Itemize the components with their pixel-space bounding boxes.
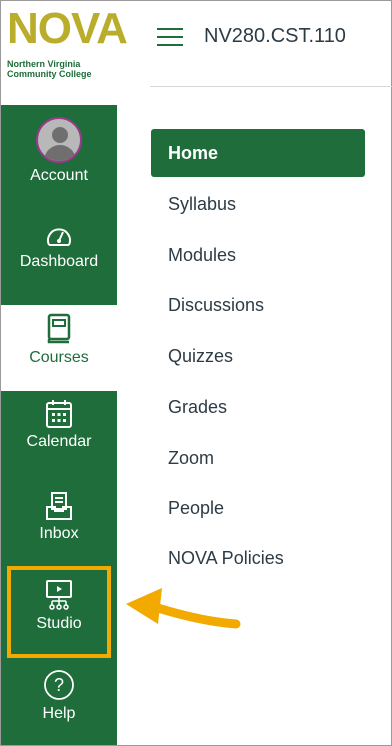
nav-dashboard-label: Dashboard <box>19 253 99 270</box>
studio-highlight-box <box>7 566 111 658</box>
course-nav-zoom[interactable]: Zoom <box>151 434 365 482</box>
nav-help[interactable]: ? Help <box>1 669 117 723</box>
nav-inbox[interactable]: Inbox <box>1 491 117 543</box>
course-nav-syllabus[interactable]: Syllabus <box>151 180 365 228</box>
logo-subtitle-line2: Community College <box>7 69 92 79</box>
callout-arrow-icon <box>126 588 241 629</box>
nav-account-label: Account <box>30 167 88 184</box>
course-nav-nova-policies[interactable]: NOVA Policies <box>151 534 365 582</box>
nav-calendar-label: Calendar <box>26 433 92 450</box>
course-title-breadcrumb[interactable]: NV280.CST.110 <box>204 22 346 50</box>
calendar-icon <box>46 400 72 428</box>
course-nav-discussions[interactable]: Discussions <box>151 281 365 329</box>
help-icon: ? <box>44 670 74 700</box>
nav-inbox-label: Inbox <box>39 525 79 542</box>
avatar <box>36 117 82 163</box>
logo-subtitle-line1: Northern Virginia <box>7 59 81 69</box>
hamburger-menu-icon[interactable] <box>157 28 183 46</box>
logo-subtitle: Northern Virginia Community College <box>7 59 92 79</box>
nav-courses[interactable]: Courses <box>1 305 117 391</box>
help-glyph: ? <box>54 675 64 695</box>
header-divider <box>150 86 392 87</box>
course-nav-home[interactable]: Home <box>151 129 365 177</box>
nav-courses-label: Courses <box>29 349 89 366</box>
nav-dashboard[interactable]: Dashboard <box>1 223 117 271</box>
nav-calendar[interactable]: Calendar <box>1 399 117 451</box>
inbox-icon <box>46 492 72 520</box>
nav-help-label: Help <box>42 705 76 722</box>
course-nav-modules[interactable]: Modules <box>151 231 365 279</box>
course-nav-quizzes[interactable]: Quizzes <box>151 332 365 380</box>
nav-account[interactable]: Account <box>1 117 117 185</box>
courses-icon <box>47 313 71 344</box>
course-nav-people[interactable]: People <box>151 484 365 532</box>
course-nav-grades[interactable]: Grades <box>151 383 365 431</box>
nova-logo[interactable]: NOVA Northern Virginia Community College <box>1 1 128 105</box>
dashboard-icon <box>47 228 71 246</box>
logo-wordmark: NOVA <box>7 4 128 53</box>
